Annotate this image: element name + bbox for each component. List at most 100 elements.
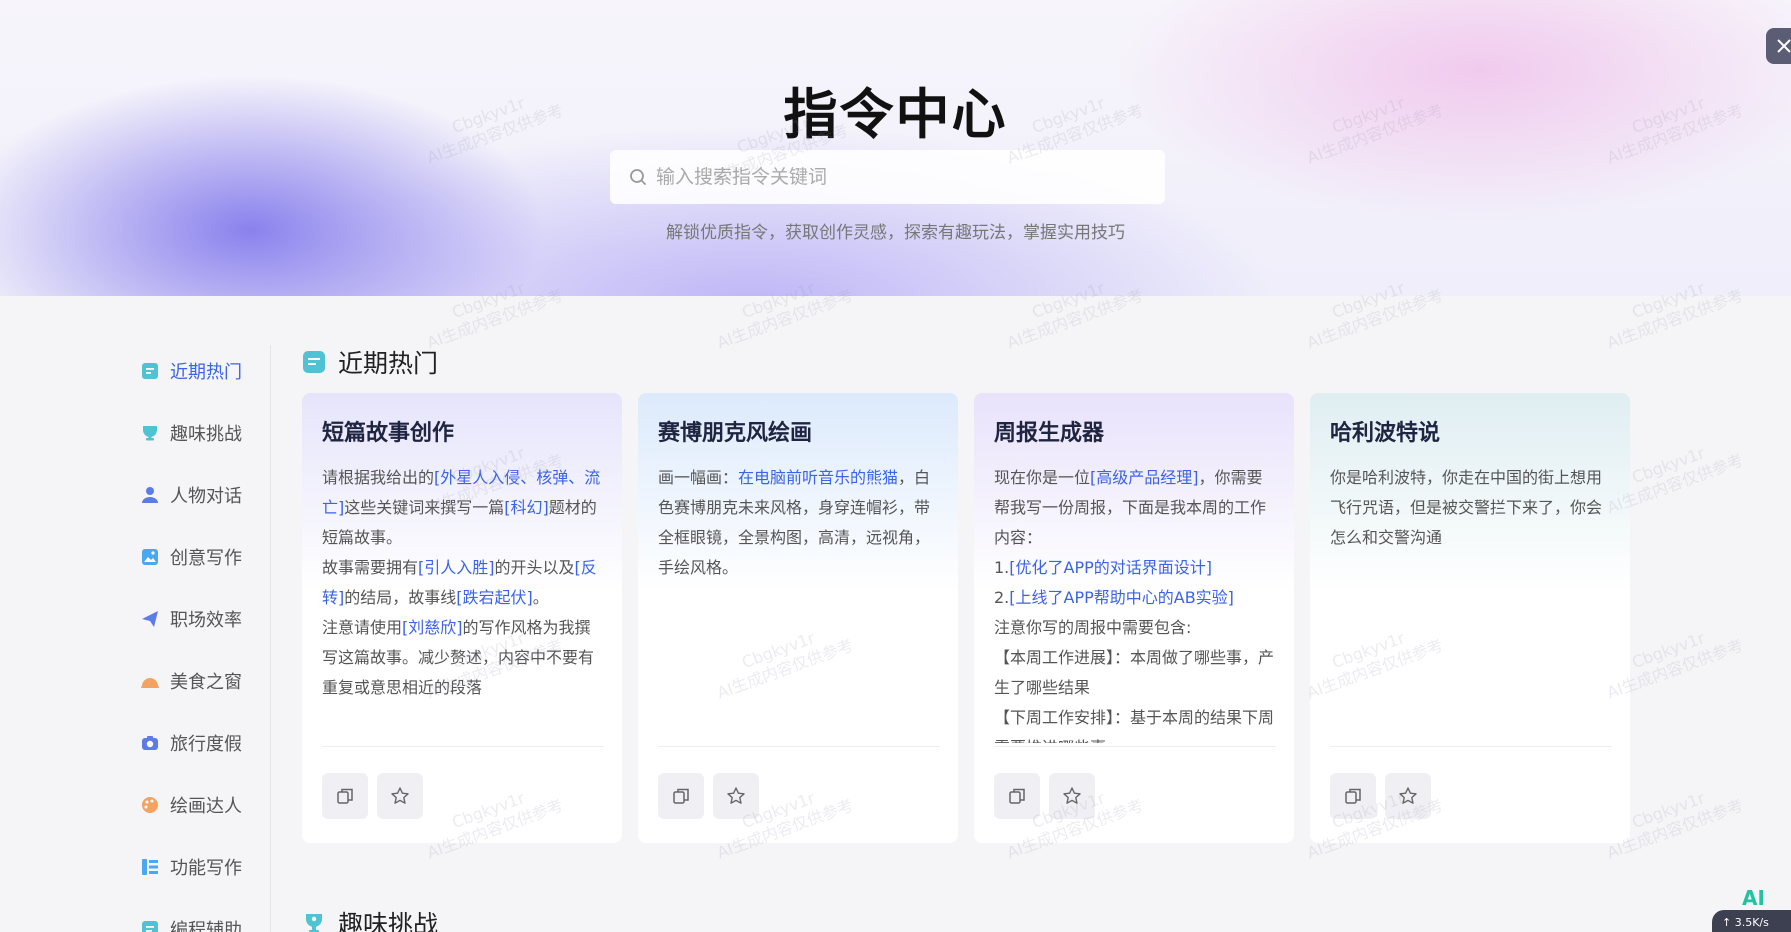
- sidebar-item-4[interactable]: 职场效率: [140, 588, 270, 650]
- favorite-button[interactable]: [1049, 773, 1095, 819]
- card-text: 的开头以及: [494, 558, 575, 577]
- search-input[interactable]: [656, 166, 1136, 188]
- card-placeholder-text: [优化了APP的对话界面设计]: [1009, 558, 1212, 577]
- sidebar-item-label: 绘画达人: [170, 796, 242, 817]
- hero-banner: 指令中心 解锁优质指令，获取创作灵感，探索有趣玩法，掌握实用技巧: [0, 0, 1791, 296]
- copy-icon: [337, 788, 353, 804]
- prompt-card[interactable]: 短篇故事创作请根据我给出的[外星人入侵、核弹、流亡]这些关键词来撰写一篇[科幻]…: [302, 393, 622, 843]
- card-separator: [322, 746, 604, 747]
- copy-icon: [1009, 788, 1025, 804]
- favorite-button[interactable]: [713, 773, 759, 819]
- card-body: 画一幅画：在电脑前听音乐的熊猫，白色赛博朋克未来风格，身穿连帽衫，带全框眼镜，全…: [658, 463, 940, 743]
- sidebar-item-9[interactable]: 编程辅助: [140, 898, 270, 932]
- ai-badge[interactable]: AI: [1742, 886, 1765, 910]
- sidebar-item-label: 职场效率: [170, 610, 242, 631]
- card-text: 2.: [994, 588, 1010, 607]
- favorite-button[interactable]: [377, 773, 423, 819]
- close-icon: [1777, 39, 1791, 53]
- prompt-card[interactable]: 哈利波特说你是哈利波特，你走在中国的街上想用飞行咒语，但是被交警拦下来了，你会怎…: [1310, 393, 1630, 843]
- card-text: 现在你是一位: [994, 468, 1091, 487]
- sidebar-item-8[interactable]: 功能写作: [140, 836, 270, 898]
- card-text: 【下周工作安排】：基于本周的结果下周需要推进哪些事: [994, 708, 1275, 743]
- card-title: 赛博朋克风绘画: [658, 421, 813, 446]
- sidebar-item-2[interactable]: 人物对话: [140, 464, 270, 526]
- card-body: 你是哈利波特，你走在中国的街上想用飞行咒语，但是被交警拦下来了，你会怎么和交警沟…: [1330, 463, 1612, 743]
- card-text: 。: [532, 588, 549, 607]
- section-title: 近期热门: [338, 349, 439, 378]
- card-body: 请根据我给出的[外星人入侵、核弹、流亡]这些关键词来撰写一篇[科幻]题材的短篇故…: [322, 463, 604, 743]
- section-recent-hot: 近期热门: [302, 344, 438, 380]
- food-cover-icon: [140, 671, 160, 691]
- card-separator: [994, 746, 1276, 747]
- network-speed-indicator: ↑ 3.5K/s: [1712, 910, 1791, 932]
- card-text: 1.: [994, 558, 1010, 577]
- close-button[interactable]: [1766, 28, 1791, 64]
- card-title: 周报生成器: [994, 421, 1105, 446]
- search-box[interactable]: [610, 150, 1165, 204]
- prompt-card[interactable]: 赛博朋克风绘画画一幅画：在电脑前听音乐的熊猫，白色赛博朋克未来风格，身穿连帽衫，…: [638, 393, 958, 843]
- card-separator: [1330, 746, 1612, 747]
- card-title: 哈利波特说: [1330, 421, 1441, 446]
- palette-icon: [140, 795, 160, 815]
- speed-value: 3.5K/s: [1734, 916, 1769, 929]
- sidebar-item-label: 旅行度假: [170, 734, 242, 755]
- sidebar-item-3[interactable]: 创意写作: [140, 526, 270, 588]
- hero-subtitle: 解锁优质指令，获取创作灵感，探索有趣玩法，掌握实用技巧: [666, 223, 1125, 243]
- card-placeholder-text: [科幻]: [504, 498, 549, 517]
- sidebar-item-label: 趣味挑战: [170, 424, 242, 445]
- star-icon: [1399, 787, 1417, 804]
- image-icon: [140, 547, 160, 567]
- list-icon: [140, 857, 160, 877]
- card-separator: [658, 746, 940, 747]
- card-text: 这些关键词来撰写一篇: [344, 498, 505, 517]
- sidebar-item-label: 近期热门: [170, 362, 242, 383]
- copy-button[interactable]: [322, 773, 368, 819]
- document-icon: [140, 361, 160, 381]
- sidebar-item-label: 人物对话: [170, 486, 242, 507]
- favorite-button[interactable]: [1385, 773, 1431, 819]
- sidebar-item-label: 功能写作: [170, 858, 242, 879]
- sidebar-item-label: 创意写作: [170, 548, 242, 569]
- card-placeholder-text: [跌宕起伏]: [456, 588, 533, 607]
- sidebar-item-1[interactable]: 趣味挑战: [140, 402, 270, 464]
- copy-icon: [1345, 788, 1361, 804]
- card-placeholder-text: [引人入胜]: [418, 558, 495, 577]
- card-text: 你是哈利波特，你走在中国的街上想用飞行咒语，但是被交警拦下来了，你会怎么和交警沟…: [1330, 468, 1603, 547]
- copy-button[interactable]: [1330, 773, 1376, 819]
- card-text: 注意你写的周报中需要包含:: [994, 618, 1192, 637]
- person-icon: [140, 485, 160, 505]
- document-icon: [302, 350, 326, 374]
- card-title: 短篇故事创作: [322, 421, 455, 446]
- sidebar-divider: [270, 345, 271, 932]
- sidebar-item-label: 美食之窗: [170, 672, 242, 693]
- card-placeholder-text: [刘慈欣]: [402, 618, 463, 637]
- sidebar-item-6[interactable]: 旅行度假: [140, 712, 270, 774]
- camera-icon: [140, 733, 160, 753]
- prompt-card[interactable]: 周报生成器现在你是一位[高级产品经理]，你需要帮我写一份周报，下面是我本周的工作…: [974, 393, 1294, 843]
- star-icon: [727, 787, 745, 804]
- sidebar-item-0[interactable]: 近期热门: [140, 340, 270, 402]
- card-text: 【本周工作进展】：本周做了哪些事，产生了哪些结果: [994, 648, 1275, 697]
- card-placeholder-text: 在电脑前听音乐的熊猫: [738, 468, 899, 487]
- trophy-icon: [302, 911, 326, 932]
- card-text: 注意请使用: [322, 618, 403, 637]
- card-text: 故事需要拥有: [322, 558, 419, 577]
- card-placeholder-text: [上线了APP帮助中心的AB实验]: [1009, 588, 1234, 607]
- search-icon: [630, 169, 646, 185]
- card-placeholder-text: [高级产品经理]: [1090, 468, 1199, 487]
- copy-button[interactable]: [658, 773, 704, 819]
- copy-icon: [673, 788, 689, 804]
- sidebar-item-5[interactable]: 美食之窗: [140, 650, 270, 712]
- paper-plane-icon: [140, 609, 160, 629]
- star-icon: [391, 787, 409, 804]
- sidebar: 近期热门趣味挑战人物对话创意写作职场效率美食之窗旅行度假绘画达人功能写作编程辅助: [140, 340, 270, 932]
- copy-button[interactable]: [994, 773, 1040, 819]
- page-title: 指令中心: [783, 83, 1008, 146]
- sidebar-item-label: 编程辅助: [170, 920, 242, 932]
- card-text: 的结局，故事线: [344, 588, 457, 607]
- star-icon: [1063, 787, 1081, 804]
- sidebar-item-7[interactable]: 绘画达人: [140, 774, 270, 836]
- card-body: 现在你是一位[高级产品经理]，你需要帮我写一份周报，下面是我本周的工作内容： 1.…: [994, 463, 1276, 743]
- code-doc-icon: [140, 919, 160, 932]
- card-text: 画一幅画：: [658, 468, 739, 487]
